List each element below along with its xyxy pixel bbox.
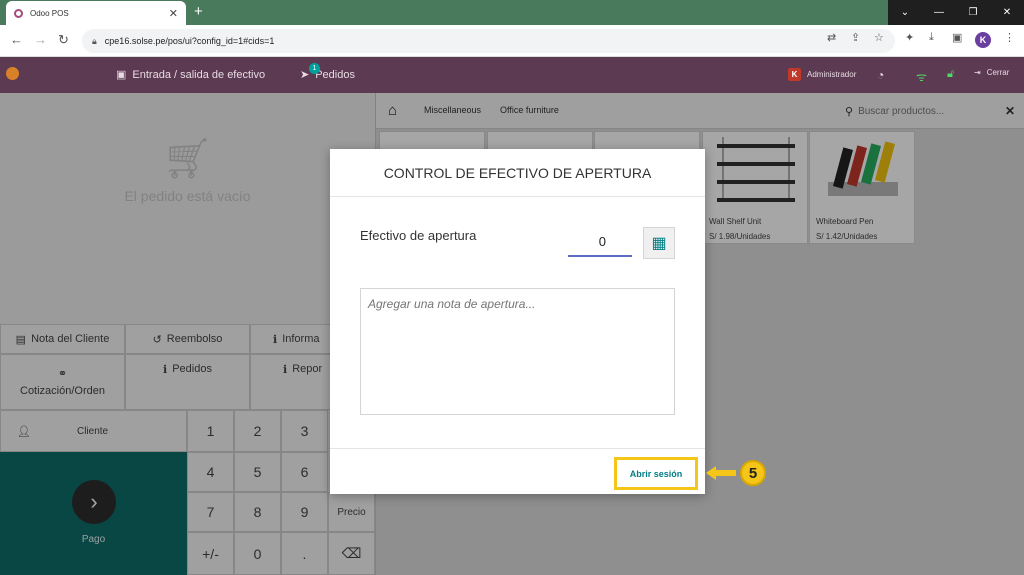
orders-count-badge: 1 bbox=[309, 63, 320, 74]
user-menu[interactable]: K Administrador bbox=[788, 68, 856, 81]
user-name: Administrador bbox=[807, 70, 857, 79]
tab-title: Odoo POS bbox=[30, 8, 69, 18]
cash-icon: ▣ bbox=[116, 69, 127, 81]
minimize-icon[interactable]: — bbox=[922, 0, 956, 25]
download-icon[interactable]: ⤓ bbox=[929, 31, 934, 44]
wifi-icon: ᯤ bbox=[916, 70, 927, 84]
pos-header: ▣ Entrada / salida de efectivo ➤ Pedidos… bbox=[0, 57, 1024, 93]
url-text: cpe16.solse.pe/pos/ui?config_id=1#cids=1 bbox=[104, 36, 275, 46]
clock-icon[interactable]: ◔ bbox=[877, 68, 884, 82]
tab-search-icon[interactable]: ⌄ bbox=[888, 0, 922, 25]
orders-icon: ➤ bbox=[300, 69, 310, 81]
odoo-logo bbox=[6, 67, 19, 80]
reload-icon[interactable]: ↻ bbox=[58, 32, 69, 48]
browser-menu-icon[interactable]: ⋮ bbox=[1004, 31, 1015, 44]
opening-cash-input[interactable] bbox=[568, 227, 632, 257]
close-session-button[interactable]: ⇥ Cerrar bbox=[974, 68, 1009, 77]
annotation-arrow-icon bbox=[706, 466, 736, 480]
opening-note-field[interactable] bbox=[360, 288, 675, 415]
browser-tab-bar: Odoo POS ✕ + ⌄ — ❐ ✕ bbox=[0, 0, 1024, 25]
opening-cash-label: Efectivo de apertura bbox=[360, 228, 477, 243]
cash-in-out-button[interactable]: ▣ Entrada / salida de efectivo bbox=[116, 68, 266, 82]
share-icon[interactable]: ⇪ bbox=[851, 31, 860, 44]
user-avatar: K bbox=[788, 68, 801, 81]
address-bar: ← → ↻ 🔒︎ cpe16.solse.pe/pos/ui?config_id… bbox=[0, 25, 1024, 57]
translate-icon[interactable]: ⇄ bbox=[827, 31, 836, 44]
back-icon[interactable]: ← bbox=[10, 32, 23, 47]
close-label: Cerrar bbox=[986, 68, 1010, 77]
browser-tab[interactable]: Odoo POS ✕ bbox=[6, 1, 186, 25]
profile-avatar[interactable]: K bbox=[975, 32, 991, 48]
step-number-badge: 5 bbox=[740, 460, 766, 486]
calculator-icon[interactable]: ▦ bbox=[643, 227, 675, 259]
tab-close-icon[interactable]: ✕ bbox=[169, 7, 178, 20]
logout-icon: ⇥ bbox=[974, 68, 981, 77]
extensions-icon[interactable]: ✦ bbox=[905, 31, 914, 44]
opening-cash-control-dialog: CONTROL DE EFECTIVO DE APERTURA Efectivo… bbox=[330, 149, 705, 494]
window-close-icon[interactable]: ✕ bbox=[990, 0, 1024, 25]
cash-in-out-label: Entrada / salida de efectivo bbox=[132, 68, 266, 81]
side-panel-icon[interactable]: ▣ bbox=[952, 31, 962, 44]
url-field[interactable]: 🔒︎ cpe16.solse.pe/pos/ui?config_id=1#cid… bbox=[82, 29, 895, 53]
dialog-title: CONTROL DE EFECTIVO DE APERTURA bbox=[330, 149, 705, 197]
lock-status-icon[interactable]: 🔓︎ bbox=[947, 68, 954, 81]
open-session-button[interactable]: Abrir sesión bbox=[614, 457, 698, 490]
orders-label: Pedidos bbox=[315, 68, 355, 81]
forward-icon[interactable]: → bbox=[34, 32, 47, 47]
restore-icon[interactable]: ❐ bbox=[956, 0, 990, 25]
lock-icon: 🔒︎ bbox=[92, 35, 97, 46]
new-tab-icon[interactable]: + bbox=[194, 3, 203, 20]
dialog-footer: Abrir sesión bbox=[330, 448, 705, 494]
odoo-favicon-icon bbox=[14, 8, 23, 18]
bookmark-star-icon[interactable]: ☆ bbox=[874, 31, 884, 44]
